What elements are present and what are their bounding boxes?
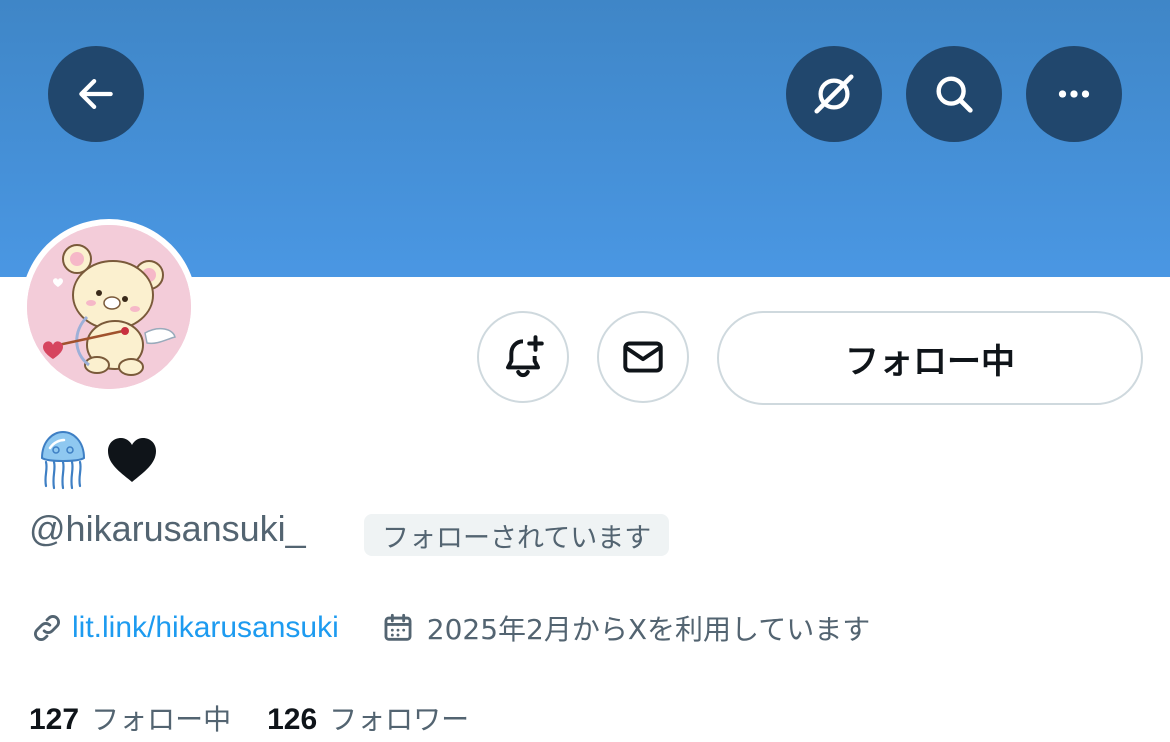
follow-stats: 127 フォロー中 126 フォロワー xyxy=(29,698,469,738)
more-horizontal-icon xyxy=(1058,90,1090,98)
following-stat[interactable]: 127 フォロー中 xyxy=(29,698,231,738)
avatar[interactable] xyxy=(27,225,191,389)
followers-count: 126 xyxy=(267,703,318,736)
arrow-left-icon xyxy=(79,79,113,109)
link-icon xyxy=(34,615,60,641)
more-button[interactable] xyxy=(1026,46,1122,142)
avatar-frame xyxy=(21,219,197,395)
followers-stat[interactable]: 126 フォロワー xyxy=(267,698,469,738)
mail-icon xyxy=(623,341,663,373)
message-button[interactable] xyxy=(597,311,689,403)
grok-button[interactable] xyxy=(786,46,882,142)
bear-cupid-avatar-image xyxy=(27,225,191,389)
bell-plus-icon xyxy=(506,335,544,378)
black-heart-emoji-icon xyxy=(108,438,156,482)
profile-banner[interactable] xyxy=(0,0,1170,277)
grok-slash-icon xyxy=(814,74,854,114)
following-count: 127 xyxy=(29,703,80,736)
calendar-icon xyxy=(384,613,412,641)
display-name xyxy=(36,428,158,492)
following-label: フォロー中 xyxy=(91,703,232,736)
jellyfish-emoji-icon xyxy=(40,430,86,490)
follows-you-badge: フォローされています xyxy=(364,514,670,556)
joined-date: 2025年2月からXを利用しています xyxy=(426,613,871,646)
search-icon xyxy=(936,76,973,113)
profile-handle: @hikarusansuki_ xyxy=(29,508,306,549)
profile-meta: lit.link/hikarusansuki 2025年2月からXを利用していま… xyxy=(30,608,870,648)
search-button[interactable] xyxy=(906,46,1002,142)
followers-label: フォロワー xyxy=(329,703,470,736)
website-link[interactable]: lit.link/hikarusansuki xyxy=(72,611,339,645)
following-button[interactable]: フォロー中 xyxy=(717,311,1143,405)
notify-button[interactable] xyxy=(477,311,569,403)
back-button[interactable] xyxy=(48,46,144,142)
following-button-label: フォロー中 xyxy=(845,341,1015,382)
